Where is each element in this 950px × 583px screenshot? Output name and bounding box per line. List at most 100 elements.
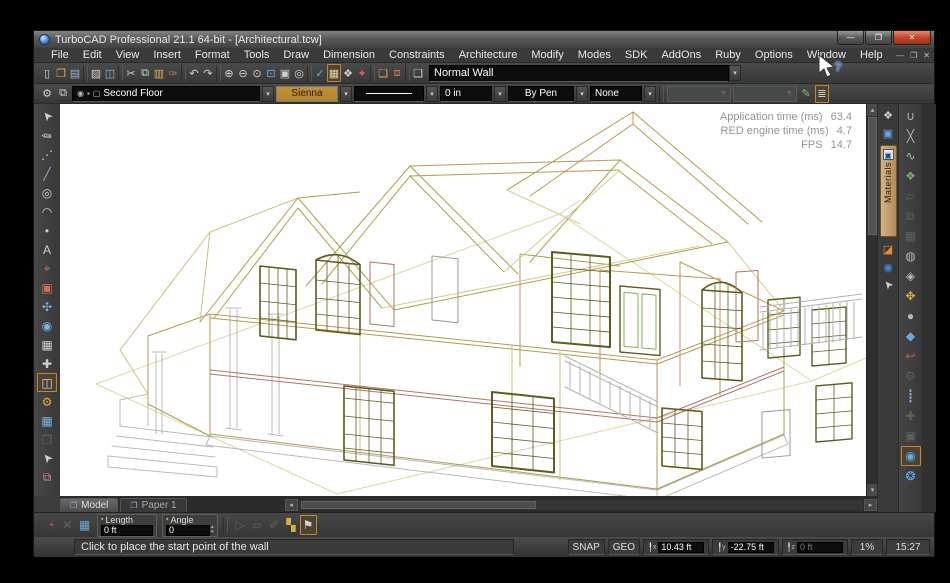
text-icon[interactable]: A — [37, 240, 57, 259]
pen-width-dropdown-button[interactable]: ▾ — [494, 86, 506, 102]
insert-picture-icon[interactable]: ▣ — [37, 278, 57, 297]
hscroll-left-button[interactable]: ◂ — [285, 499, 298, 511]
palette-select-icon[interactable]: ❖ — [879, 106, 897, 124]
grid-icon[interactable]: ▦ — [37, 335, 57, 354]
zoom-in-icon[interactable]: ⊕ — [222, 64, 236, 82]
length-input[interactable] — [101, 525, 153, 536]
menu-architecture[interactable]: Architecture — [452, 49, 525, 61]
mdi-restore-button[interactable]: ❐ — [910, 51, 917, 60]
drawing-canvas[interactable]: Application time (ms)63.4 RED engine tim… — [60, 104, 866, 496]
mdi-minimize-button[interactable]: — — [896, 51, 904, 60]
menu-options[interactable]: Options — [748, 49, 800, 61]
layer-lock-icon[interactable]: ▪ — [87, 89, 90, 98]
menu-ruby[interactable]: Ruby — [708, 49, 748, 61]
palette-render-icon[interactable]: ◪ — [879, 240, 897, 258]
x-coordinate-input[interactable] — [658, 542, 704, 553]
menu-modes[interactable]: Modes — [571, 49, 618, 61]
menu-format[interactable]: Format — [188, 49, 237, 61]
format-painter-icon[interactable]: ✑ — [166, 64, 180, 82]
menu-sdk[interactable]: SDK — [618, 49, 655, 61]
line-icon[interactable]: ╱ — [37, 164, 57, 183]
angle-compass-icon[interactable]: ◔ — [42, 515, 59, 535]
horizontal-scroll-thumb[interactable] — [301, 501, 536, 509]
select-2d-icon[interactable]: ❖ — [341, 64, 355, 82]
wall-style-dropdown-button[interactable]: ▾ — [729, 65, 741, 81]
camera-orbit-icon[interactable]: ◉ — [901, 446, 921, 466]
line-style-dropdown-button[interactable]: ▾ — [426, 86, 438, 102]
menu-addons[interactable]: AddOns — [654, 49, 708, 61]
settings-gear-icon[interactable]: ⚙ — [40, 85, 54, 103]
window-restore-button[interactable]: ❐ — [865, 31, 892, 45]
palette-picker-icon[interactable]: ➤ — [875, 272, 900, 297]
dimension-icon[interactable]: ⌖ — [37, 259, 57, 278]
shaded-sphere-icon[interactable]: ◍ — [901, 246, 921, 266]
undo-icon[interactable]: ↶ — [187, 64, 201, 82]
redo-icon[interactable]: ↷ — [201, 64, 215, 82]
color-swatch-button[interactable]: Sienna — [276, 86, 338, 102]
vertical-scroll-thumb[interactable] — [868, 117, 877, 235]
color-dropdown-button[interactable]: ▾ — [340, 86, 352, 102]
materials-palette-tab[interactable]: ▣ Materials — [880, 145, 897, 237]
library-icon[interactable]: ❏ — [376, 64, 390, 82]
coordinate-grid-icon[interactable]: ▦ — [327, 64, 341, 82]
copy-icon[interactable]: ⧉ — [138, 64, 152, 82]
zoom-out-icon[interactable]: ⊖ — [236, 64, 250, 82]
menu-edit[interactable]: Edit — [76, 49, 109, 61]
select-3d-icon[interactable]: ✦ — [355, 64, 369, 82]
save-icon[interactable]: ▤ — [68, 64, 82, 82]
open-icon[interactable]: ❒ — [54, 64, 68, 82]
y-coordinate-input[interactable] — [728, 542, 774, 553]
menu-insert[interactable]: Insert — [146, 49, 188, 61]
horizontal-scrollbar[interactable] — [298, 499, 864, 511]
arch-gear-icon[interactable]: ⚙ — [37, 392, 57, 411]
profile-icon[interactable]: ∪ — [901, 106, 921, 126]
angle-input[interactable] — [166, 525, 210, 536]
export-icon[interactable]: ⧈ — [390, 64, 404, 82]
print-preview-icon[interactable]: ◫ — [103, 64, 117, 82]
model-tab[interactable]: ❒ Model — [60, 498, 118, 512]
circle-icon[interactable]: ◎ — [37, 183, 57, 202]
menu-dimension[interactable]: Dimension — [316, 49, 382, 61]
brush-combobox[interactable]: By Pen — [508, 86, 574, 102]
menu-draw[interactable]: Draw — [276, 49, 316, 61]
layer-manager-icon[interactable]: ⧉ — [56, 85, 70, 103]
point-icon[interactable]: • — [37, 221, 57, 240]
print-icon[interactable]: ▨ — [89, 64, 103, 82]
menu-modify[interactable]: Modify — [524, 49, 570, 61]
move-icon[interactable]: ✚ — [37, 354, 57, 373]
clipboard-icon[interactable]: ❑ — [411, 64, 425, 82]
hscroll-right-button[interactable]: ▸ — [864, 499, 877, 511]
menu-tools[interactable]: Tools — [237, 49, 277, 61]
paste-icon[interactable]: ▥ — [152, 64, 166, 82]
palette-camera-icon[interactable]: ▣ — [879, 124, 897, 142]
layer-combobox[interactable]: ◉▪▢ Second Floor — [72, 86, 260, 102]
pen-width-combobox[interactable]: 0 in — [440, 86, 492, 102]
length-lock-icon[interactable]: ▪ — [101, 516, 103, 523]
cone-icon[interactable]: ◆ — [901, 326, 921, 346]
line-style-combobox[interactable] — [354, 86, 424, 102]
bend-icon[interactable]: ↩ — [901, 346, 921, 366]
layer-visibility-icon[interactable]: ◉ — [77, 89, 84, 98]
link-blocks-icon[interactable]: ❖ — [901, 166, 921, 186]
cut-icon[interactable]: ✂ — [124, 64, 138, 82]
paper-tab[interactable]: ❒ Paper 1 — [120, 498, 186, 512]
zoom-level[interactable]: 1% — [851, 539, 883, 555]
arc-icon[interactable]: ◠ — [37, 202, 57, 221]
aerial-view-icon[interactable]: ◎ — [292, 64, 306, 82]
vertical-scrollbar[interactable]: ▴ ▾ — [866, 104, 877, 496]
pipes-icon[interactable]: ╳ — [901, 126, 921, 146]
window-tool-icon[interactable]: ▦ — [37, 411, 57, 430]
pen-edit-icon[interactable]: ✎ — [799, 85, 813, 103]
hatch-combobox[interactable]: None — [590, 86, 642, 102]
target-icon[interactable]: ◉ — [37, 316, 57, 335]
window-minimize-button[interactable]: — — [837, 31, 864, 45]
walk-path-icon[interactable]: ❂ — [901, 466, 921, 486]
mdi-close-button[interactable]: ✕ — [923, 51, 930, 60]
zoom-previous-icon[interactable]: ⊙ — [250, 64, 264, 82]
screw-icon[interactable]: ┋ — [901, 386, 921, 406]
layer-dropdown-button[interactable]: ▾ — [262, 86, 274, 102]
wall-tool-icon[interactable]: ◫ — [37, 373, 57, 392]
brush-dropdown-button[interactable]: ▾ — [576, 86, 588, 102]
new-icon[interactable]: ▯ — [40, 64, 54, 82]
angle-spinner[interactable]: ▴▾ — [211, 525, 214, 536]
